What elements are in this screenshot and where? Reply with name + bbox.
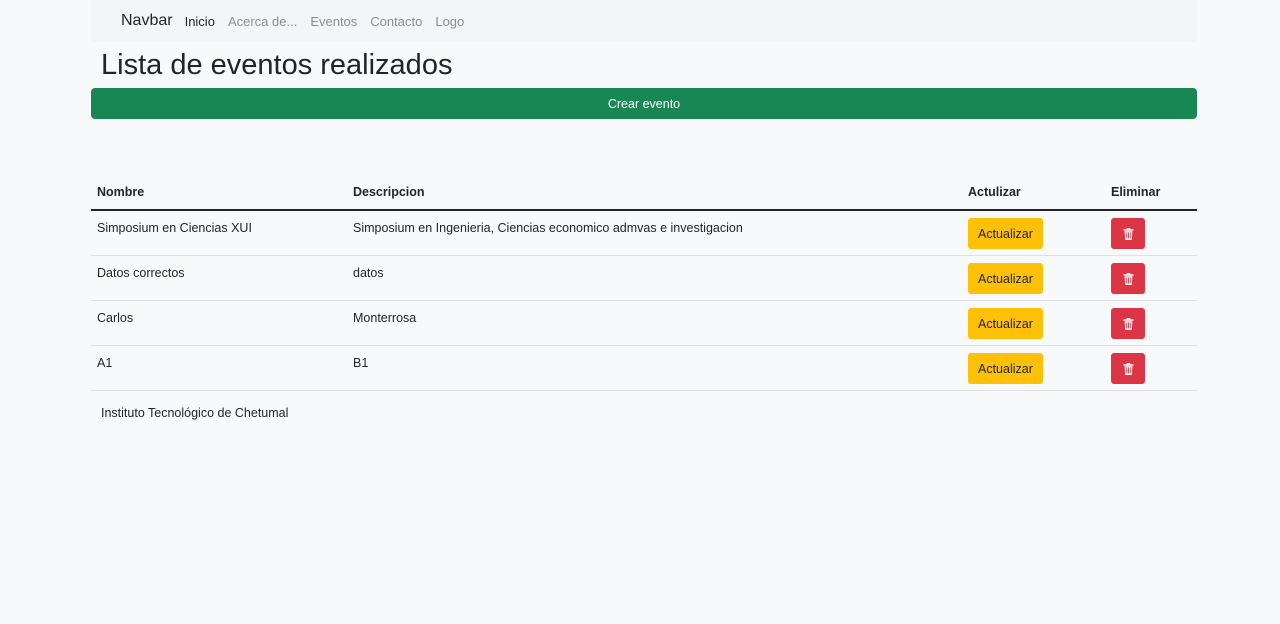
table-header-row: Nombre Descripcion Actulizar Eliminar	[91, 175, 1197, 211]
table-row: Datos correctos datos Actualizar	[91, 255, 1197, 301]
delete-button[interactable]	[1111, 263, 1145, 294]
header-eliminar: Eliminar	[1105, 175, 1197, 211]
nav-link-logo[interactable]: Logo	[435, 14, 464, 29]
cell-descripcion: Monterrosa	[347, 300, 962, 346]
cell-actualizar: Actualizar	[962, 300, 1105, 346]
cell-descripcion: Simposium en Ingenieria, Ciencias econom…	[347, 210, 962, 256]
page-title: Lista de eventos realizados	[101, 49, 453, 81]
update-button[interactable]: Actualizar	[968, 263, 1043, 294]
cell-eliminar	[1105, 255, 1197, 301]
cell-actualizar: Actualizar	[962, 345, 1105, 391]
delete-button[interactable]	[1111, 308, 1145, 339]
cell-nombre: A1	[91, 345, 347, 391]
cell-eliminar	[1105, 345, 1197, 391]
trash-icon	[1123, 317, 1134, 330]
navbar: Navbar Inicio Acerca de... Eventos Conta…	[91, 0, 1197, 42]
cell-nombre: Simposium en Ciencias XUI	[91, 210, 347, 256]
nav-link-eventos[interactable]: Eventos	[310, 14, 357, 29]
trash-icon	[1123, 227, 1134, 240]
cell-nombre: Carlos	[91, 300, 347, 346]
header-actualizar: Actulizar	[962, 175, 1105, 211]
nav-link-acerca[interactable]: Acerca de...	[228, 14, 297, 29]
delete-button[interactable]	[1111, 353, 1145, 384]
trash-icon	[1123, 272, 1134, 285]
cell-eliminar	[1105, 210, 1197, 256]
table-row: Simposium en Ciencias XUI Simposium en In…	[91, 210, 1197, 256]
update-button[interactable]: Actualizar	[968, 218, 1043, 249]
footer-text: Instituto Tecnológico de Chetumal	[101, 406, 289, 420]
nav-link-inicio[interactable]: Inicio	[185, 14, 215, 29]
cell-nombre: Datos correctos	[91, 255, 347, 301]
nav-link-contacto[interactable]: Contacto	[370, 14, 422, 29]
cell-descripcion: datos	[347, 255, 962, 301]
navbar-brand[interactable]: Navbar	[121, 12, 173, 30]
trash-icon	[1123, 362, 1134, 375]
events-table: Nombre Descripcion Actulizar Eliminar Si…	[91, 175, 1197, 391]
cell-eliminar	[1105, 300, 1197, 346]
delete-button[interactable]	[1111, 218, 1145, 249]
header-nombre: Nombre	[91, 175, 347, 211]
update-button[interactable]: Actualizar	[968, 353, 1043, 384]
page-container: Navbar Inicio Acerca de... Eventos Conta…	[91, 0, 1197, 420]
cell-actualizar: Actualizar	[962, 255, 1105, 301]
create-event-button[interactable]: Crear evento	[91, 88, 1197, 119]
table-row: Carlos Monterrosa Actualizar	[91, 300, 1197, 346]
cell-actualizar: Actualizar	[962, 210, 1105, 256]
header-descripcion: Descripcion	[347, 175, 962, 211]
update-button[interactable]: Actualizar	[968, 308, 1043, 339]
table-row: A1 B1 Actualizar	[91, 345, 1197, 391]
cell-descripcion: B1	[347, 345, 962, 391]
table-body: Simposium en Ciencias XUI Simposium en In…	[91, 210, 1197, 391]
